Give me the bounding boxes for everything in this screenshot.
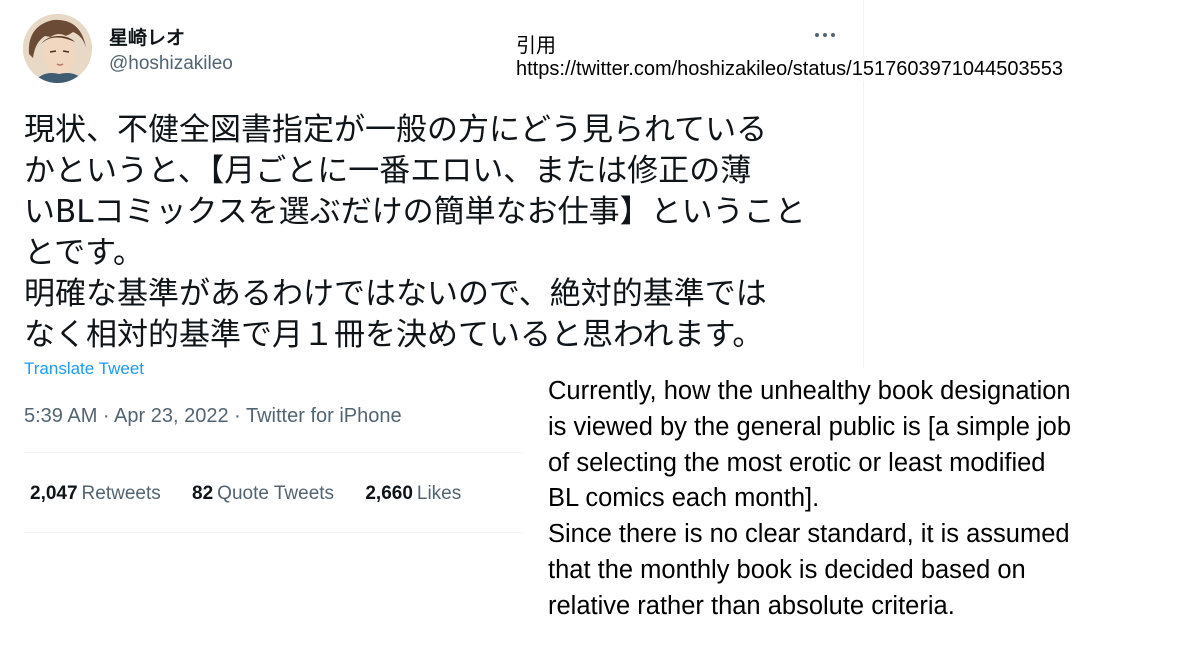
quote-tweets-stat[interactable]: 82 Quote Tweets (192, 483, 334, 505)
likes-count: 2,660 (365, 483, 413, 504)
quote-url[interactable]: https://twitter.com/hoshizakileo/status/… (516, 58, 1064, 81)
engagement-stats: 2,047 Retweets 82 Quote Tweets 2,660 Likes (30, 483, 487, 505)
more-horizontal-icon[interactable] (810, 20, 840, 50)
tweet-text-line: かというと、【月ごとに一番エロい、または修正の薄 (24, 153, 752, 189)
quote-tweets-count: 82 (192, 483, 214, 504)
tweet-text-line: なく相対的基準で月１冊を決めていると思われます。 (24, 317, 764, 353)
translation-line: relative rather than absolute criteria. (548, 591, 955, 620)
translation-line: Since there is no clear standard, it is … (548, 520, 1070, 549)
likes-stat[interactable]: 2,660 Likes (365, 483, 461, 505)
retweets-count: 2,047 (30, 483, 78, 504)
translation-line: of selecting the most erotic or least mo… (548, 448, 1046, 477)
tweet-text-line: とです。 (24, 235, 144, 271)
tweet-text: 現状、不健全図書指定が一般の方にどう見られている かというと、【月ごとに一番エロ… (24, 110, 834, 356)
user-handle[interactable]: @hoshizakileo (109, 53, 233, 75)
quote-label: 引用 (516, 35, 556, 57)
english-translation: Currently, how the unhealthy book design… (536, 368, 1196, 638)
retweets-label: Retweets (81, 483, 161, 504)
translation-line: that the monthly book is decided based o… (548, 555, 1026, 584)
display-name[interactable]: 星崎レオ (109, 23, 185, 50)
translate-tweet-link[interactable]: Translate Tweet (24, 359, 144, 379)
divider (24, 532, 524, 533)
tweet-text-line: 明確な基準があるわけではないので、絶対的基準では (24, 276, 767, 312)
quote-tweets-label: Quote Tweets (217, 483, 335, 504)
tweet-text-line: 現状、不健全図書指定が一般の方にどう見られている (24, 112, 768, 148)
avatar[interactable] (23, 14, 92, 83)
divider (24, 452, 524, 453)
tweet-timestamp[interactable]: 5:39 AM · Apr 23, 2022 · Twitter for iPh… (24, 405, 402, 428)
retweets-stat[interactable]: 2,047 Retweets (30, 483, 161, 505)
translation-line: BL comics each month]. (548, 484, 820, 513)
translation-line: Currently, how the unhealthy book design… (548, 377, 1071, 405)
translation-line: is viewed by the general public is [a si… (548, 412, 1072, 441)
tweet-text-line: いBLコミックスを選ぶだけの簡単なお仕事】ということ (24, 194, 806, 230)
screenshot-page: 星崎レオ @hoshizakileo 現状、不健全図書指定が一般の方にどう見られ… (0, 0, 1200, 671)
likes-label: Likes (416, 483, 462, 504)
